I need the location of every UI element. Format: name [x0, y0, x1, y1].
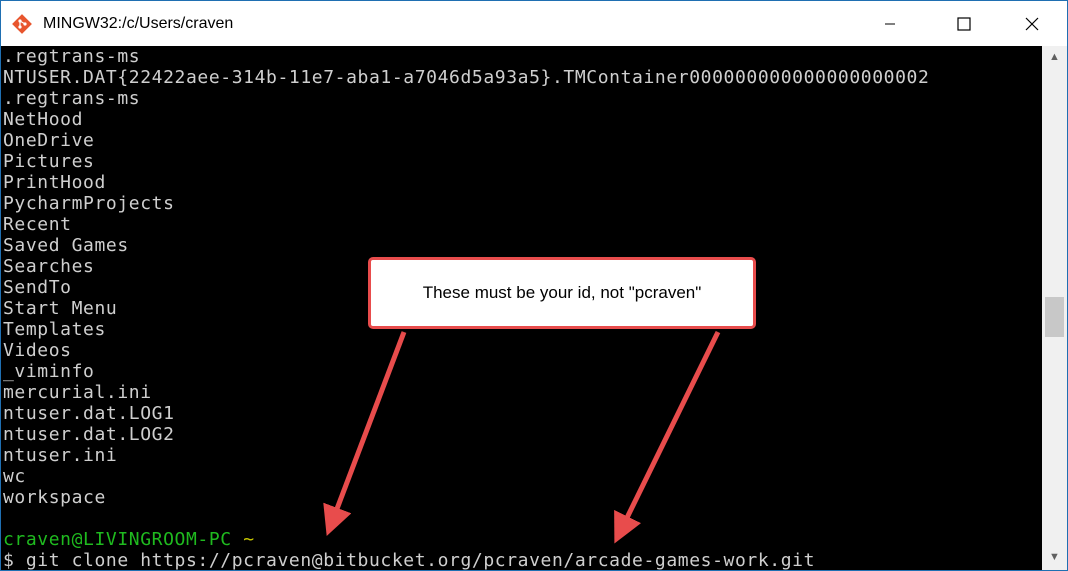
- git-icon: [12, 14, 32, 34]
- terminal-line: NTUSER.DAT{22422aee-314b-11e7-aba1-a7046…: [3, 67, 930, 88]
- terminal-line: NetHood: [3, 109, 84, 130]
- terminal-line: Saved Games: [3, 235, 129, 256]
- terminal-line: SendTo: [3, 277, 72, 298]
- terminal-line: Pictures: [3, 151, 95, 172]
- terminal-line: PycharmProjects: [3, 193, 175, 214]
- command-line: $ git clone https://pcraven@bitbucket.or…: [3, 550, 816, 570]
- terminal-line: wc: [3, 466, 26, 487]
- prompt-line: craven@LIVINGROOM-PC ~: [3, 529, 255, 550]
- terminal-line: Searches: [3, 256, 95, 277]
- terminal-line: _viminfo: [3, 361, 95, 382]
- prompt-path: ~: [243, 529, 255, 550]
- terminal-line: mercurial.ini: [3, 382, 152, 403]
- chevron-down-icon: ▼: [1049, 551, 1060, 563]
- window-title: MINGW32:/c/Users/craven: [43, 15, 234, 32]
- terminal-line: .regtrans-ms: [3, 88, 141, 109]
- maximize-button[interactable]: [941, 1, 987, 46]
- annotation-callout: These must be your id, not "pcraven": [368, 257, 756, 329]
- scroll-up-button[interactable]: ▲: [1042, 46, 1067, 68]
- terminal-line: ntuser.dat.LOG1: [3, 403, 175, 424]
- close-button[interactable]: [1009, 1, 1055, 46]
- vertical-scrollbar[interactable]: ▲ ▼: [1042, 46, 1067, 570]
- minimize-button[interactable]: [867, 1, 913, 46]
- terminal-line: .regtrans-ms: [3, 46, 141, 67]
- terminal-line: PrintHood: [3, 172, 106, 193]
- prompt-user: craven@LIVINGROOM-PC: [3, 529, 232, 550]
- terminal-line: Recent: [3, 214, 72, 235]
- scrollbar-thumb[interactable]: [1045, 297, 1064, 337]
- maximize-icon: [957, 16, 971, 31]
- minimize-icon: [885, 23, 895, 24]
- title-bar[interactable]: MINGW32:/c/Users/craven: [1, 1, 1067, 46]
- chevron-up-icon: ▲: [1049, 51, 1060, 63]
- terminal-line: workspace: [3, 487, 106, 508]
- terminal-line: Start Menu: [3, 298, 118, 319]
- terminal-line: OneDrive: [3, 130, 95, 151]
- terminal-line: Templates: [3, 319, 106, 340]
- terminal-line: ntuser.ini: [3, 445, 118, 466]
- terminal-line: ntuser.dat.LOG2: [3, 424, 175, 445]
- close-icon: [1025, 17, 1039, 30]
- terminal-line: Videos: [3, 340, 72, 361]
- scroll-down-button[interactable]: ▼: [1042, 546, 1067, 568]
